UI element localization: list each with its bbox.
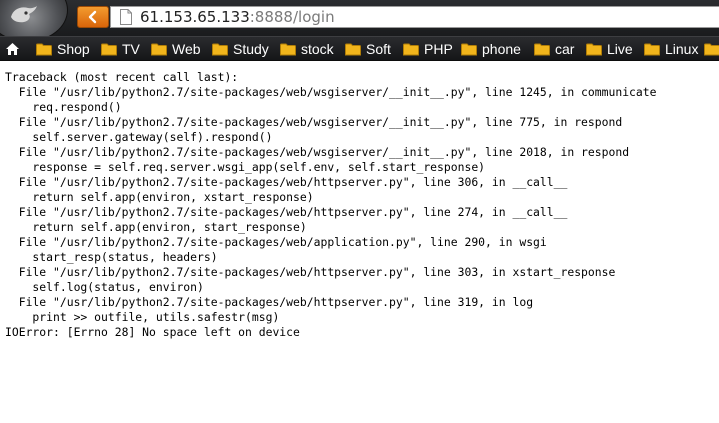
- bookmark-web[interactable]: Web: [151, 37, 201, 61]
- folder-icon: [644, 43, 660, 55]
- traceback-line: File "/usr/lib/python2.7/site-packages/w…: [5, 175, 568, 189]
- traceback-text: Traceback (most recent call last): File …: [5, 70, 657, 340]
- url-host: 61.153.65.133: [140, 8, 250, 26]
- browser-toolbar: 61.153.65.133:8888/login: [0, 0, 719, 42]
- folder-icon: [461, 43, 477, 55]
- bookmark-label: Shop: [57, 41, 90, 57]
- bookmark-phone[interactable]: phone: [461, 37, 521, 61]
- back-button[interactable]: [77, 6, 109, 28]
- traceback-line: File "/usr/lib/python2.7/site-packages/w…: [5, 85, 657, 99]
- folder-icon: [534, 43, 550, 55]
- bookmark-car[interactable]: car: [534, 37, 574, 61]
- bookmark-label: Study: [233, 41, 269, 57]
- bookmark-study[interactable]: Study: [212, 37, 269, 61]
- bookmark-tv[interactable]: TV: [101, 37, 140, 61]
- folder-icon: [101, 43, 117, 55]
- bookmark-php[interactable]: PHP: [403, 37, 453, 61]
- traceback-line: File "/usr/lib/python2.7/site-packages/w…: [5, 145, 630, 159]
- traceback-line: File "/usr/lib/python2.7/site-packages/w…: [5, 235, 547, 249]
- folder-icon: [403, 43, 419, 55]
- bookmark-stock[interactable]: stock: [280, 37, 334, 61]
- bookmark-label: Web: [172, 41, 201, 57]
- bookmark-label: Soft: [366, 41, 391, 57]
- bookmark-label: car: [555, 41, 575, 57]
- folder-icon: [151, 43, 167, 55]
- bookmark-label: phone: [482, 41, 521, 57]
- folder-icon: [212, 43, 228, 55]
- error-message: IOError: [Errno 28] No space left on dev…: [5, 325, 300, 339]
- traceback-line: File "/usr/lib/python2.7/site-packages/w…: [5, 205, 568, 219]
- bookmark-label: stock: [301, 41, 334, 57]
- bookmark-linux[interactable]: Linux: [644, 37, 698, 61]
- bookmark-overflow[interactable]: [704, 37, 719, 61]
- page-icon: [120, 9, 132, 25]
- traceback-line: File "/usr/lib/python2.7/site-packages/w…: [5, 295, 534, 309]
- bookmark-label: TV: [122, 41, 140, 57]
- traceback-line: return self.app(environ, xstart_response…: [5, 190, 314, 204]
- traceback-line: self.server.gateway(self).respond(): [5, 130, 273, 144]
- traceback-line: File "/usr/lib/python2.7/site-packages/w…: [5, 115, 623, 129]
- folder-icon: [704, 43, 719, 55]
- traceback-line: return self.app(environ, start_response): [5, 220, 307, 234]
- traceback-line: self.log(status, environ): [5, 280, 204, 294]
- folder-icon: [36, 43, 52, 55]
- bookmark-shop[interactable]: Shop: [36, 37, 90, 61]
- bookmark-label: PHP: [424, 41, 453, 57]
- address-bar[interactable]: 61.153.65.133:8888/login: [110, 6, 719, 28]
- url-text: 61.153.65.133:8888/login: [140, 8, 335, 27]
- bookmark-live[interactable]: Live: [586, 37, 633, 61]
- bookmark-label: Linux: [665, 41, 699, 57]
- bookmark-label: Live: [607, 41, 633, 57]
- home-icon[interactable]: [5, 42, 20, 56]
- page-content: Traceback (most recent call last): File …: [0, 62, 719, 423]
- traceback-line: print >> outfile, utils.safestr(msg): [5, 310, 280, 324]
- bookmark-soft[interactable]: Soft: [345, 37, 391, 61]
- folder-icon: [280, 43, 296, 55]
- back-arrow-icon: [88, 10, 97, 24]
- traceback-line: start_resp(status, headers): [5, 250, 218, 264]
- traceback-line: File "/usr/lib/python2.7/site-packages/w…: [5, 265, 616, 279]
- folder-icon: [345, 43, 361, 55]
- traceback-line: response = self.req.server.wsgi_app(self…: [5, 160, 486, 174]
- traceback-line: req.respond(): [5, 100, 122, 114]
- url-path: :8888/login: [249, 8, 335, 26]
- bookmarks-bar: Shop TV Web Study stock Soft PHP phone c…: [0, 36, 719, 61]
- folder-icon: [586, 43, 602, 55]
- traceback-line: Traceback (most recent call last):: [5, 70, 239, 84]
